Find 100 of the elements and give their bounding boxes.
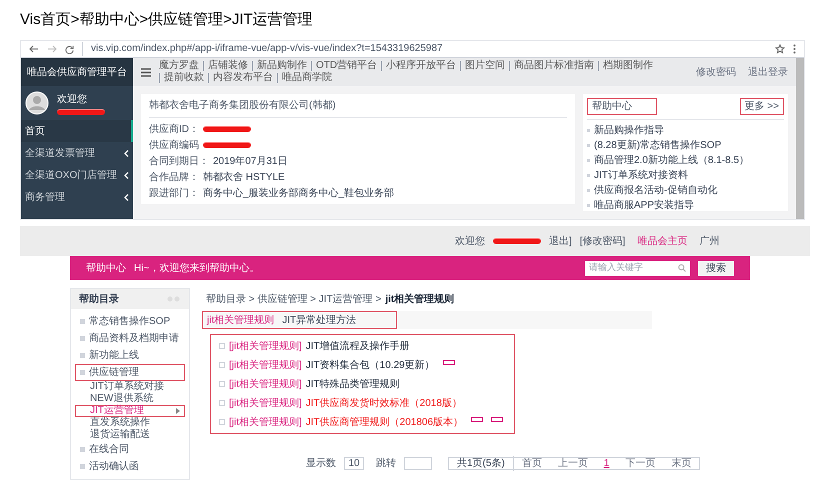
change-password-link[interactable]: [修改密码] (580, 234, 626, 248)
bullet-icon (587, 174, 590, 177)
subdirectory-item[interactable]: NEW退供系统 (75, 393, 185, 405)
city-text: 广州 (699, 234, 720, 248)
welcome-text: 欢迎您 (455, 234, 485, 248)
subdirectory-item[interactable]: JIT订单系统对接 (75, 381, 185, 393)
article-link[interactable]: JIT增值流程及操作手册 (306, 338, 410, 354)
bullet-icon (587, 129, 590, 132)
expand-icon[interactable] (219, 343, 225, 349)
home-link[interactable]: 唯品会主页 (637, 234, 688, 248)
sidebar-item[interactable]: 全渠道发票管理 (21, 142, 133, 164)
category-link[interactable]: [jit相关管理规则] (229, 414, 302, 430)
logout-link[interactable]: 退出] (549, 234, 572, 248)
help-link[interactable]: 供应商报名活动-促销自动化 (594, 183, 718, 198)
pagination-link[interactable]: 末页 (663, 456, 700, 471)
chevron-left-icon (124, 194, 129, 200)
more-link[interactable]: 更多 >> (740, 98, 784, 115)
subdirectory-label: JIT订单系统对接 (90, 382, 164, 392)
tab[interactable]: jit相关管理规则 (207, 312, 274, 328)
menu-icon[interactable] (141, 68, 151, 76)
subdirectory-item[interactable]: JIT运营管理 (75, 405, 185, 417)
category-link[interactable]: [jit相关管理规则] (229, 338, 302, 354)
breadcrumb-path: 帮助目录 > 供应链管理 > JIT运营管理 > (206, 292, 382, 307)
article-link[interactable]: JIT特殊品类管理规则 (306, 376, 400, 392)
bullet-icon (80, 464, 85, 469)
help-link[interactable]: JIT订单系统对接资料 (594, 168, 688, 183)
nav-link[interactable]: 魔方罗盘 (159, 61, 203, 71)
help-link[interactable]: 唯品商服APP安装指导 (594, 198, 694, 213)
bullet-icon (80, 447, 85, 452)
sidebar-item[interactable]: 商务管理 (21, 186, 133, 208)
nav-link[interactable]: 图片空间 (460, 61, 510, 71)
page-size-label: 显示数 (306, 457, 336, 471)
field-label: 跟进部门： (149, 186, 199, 200)
nav-link[interactable]: 内容发布平台 (208, 73, 277, 83)
nav-link[interactable]: 商品图片标准指南 (509, 61, 598, 71)
pagination-link[interactable]: 上一页 (550, 456, 596, 471)
nav-link[interactable]: 新品购制作 (252, 61, 311, 71)
nav-link[interactable]: 店铺装修 (203, 61, 252, 71)
nav-link[interactable]: OTD营销平台 (311, 61, 382, 71)
bullet-icon (80, 336, 85, 341)
directory-item[interactable]: 供应链管理 (75, 364, 185, 381)
directory-label: 在线合同 (89, 442, 129, 457)
chevron-left-icon (124, 150, 129, 156)
directory-item[interactable]: 商品资料及档期申请 (75, 330, 185, 347)
nav-link[interactable]: 提前收款 (159, 73, 208, 83)
page-size-field[interactable]: 10 (344, 457, 364, 470)
search-button[interactable]: 搜索 (698, 260, 734, 276)
search-icon (678, 264, 686, 272)
help-link[interactable]: 新品购操作指导 (594, 123, 664, 138)
field-value: 韩都衣舍 HSTYLE (203, 170, 285, 184)
forward-arrow-icon[interactable] (47, 45, 57, 53)
star-icon[interactable] (775, 44, 785, 54)
reload-icon[interactable] (65, 44, 74, 54)
sidebar-item[interactable]: 全渠道OXO门店管理 (21, 164, 133, 186)
pagination-link[interactable]: 下一页 (617, 456, 664, 471)
expand-icon[interactable] (219, 419, 225, 425)
help-link[interactable]: 商品管理2.0新功能上线（8.1-8.5） (594, 153, 750, 168)
pagination-link[interactable]: 1 (596, 456, 618, 471)
expand-icon[interactable] (219, 381, 225, 387)
more-options-icon[interactable] (793, 44, 796, 54)
header-link[interactable]: 修改密码 (696, 64, 736, 80)
bullet-icon (80, 319, 85, 324)
directory-item[interactable]: 在线合同 (75, 441, 185, 458)
expand-icon[interactable] (219, 400, 225, 406)
directory-label: 活动确认函 (89, 460, 139, 474)
greeting-text: Hi~，欢迎您来到帮助中心。 (134, 262, 260, 276)
header-link[interactable]: 退出登录 (748, 64, 788, 80)
article-link[interactable]: JIT资料集合包（10.29更新） (306, 358, 435, 372)
directory-title: 帮助目录 (79, 292, 119, 306)
breadcrumb-current: jit相关管理规则 (385, 292, 454, 307)
directory-item[interactable]: 常态销售操作SOP (75, 313, 185, 330)
nav-link[interactable]: 唯品商学院 (277, 73, 336, 83)
field-label: 合作品牌： (149, 170, 199, 184)
category-link[interactable]: [jit相关管理规则] (229, 396, 302, 410)
sidebar-item[interactable]: 首页 (21, 120, 133, 142)
jump-field[interactable] (404, 457, 432, 470)
expand-icon[interactable] (219, 362, 225, 368)
help-link[interactable]: (8.28更新)常态销售操作SOP (594, 138, 722, 153)
article-link[interactable]: JIT供应商管理规则（201806版本） (306, 414, 464, 430)
subdirectory-item[interactable]: 直发系统操作 (75, 417, 185, 429)
pagination-link[interactable]: 首页 (514, 456, 550, 471)
category-link[interactable]: [jit相关管理规则] (229, 358, 302, 372)
subdirectory-item[interactable]: 退货运输配送 (75, 429, 185, 441)
arrow-right-icon (176, 408, 180, 414)
company-name: 韩都衣舍电子商务集团股份有限公司(韩都) (149, 98, 567, 118)
subdirectory-label: 直发系统操作 (90, 418, 150, 428)
tab[interactable]: JIT异常处理方法 (282, 312, 356, 328)
search-field[interactable]: 请输入关键字 (585, 260, 690, 276)
article-link[interactable]: JIT供应商发货时效标准（2018版） (306, 396, 462, 410)
address-bar[interactable]: vis.vip.com/index.php#/app-i/iframe-vue/app-v/vis-vue/index?t=1543319625987 (82, 42, 767, 56)
field-value: 2019年07月31日 (213, 154, 288, 168)
directory-item[interactable]: 活动确认函 (75, 458, 185, 475)
nav-link[interactable]: 档期图制作 (598, 61, 658, 71)
back-arrow-icon[interactable] (29, 45, 39, 53)
nav-link[interactable]: 小程序开放平台 (381, 61, 460, 71)
directory-item[interactable]: 新功能上线 (75, 347, 185, 364)
scrollbar[interactable] (796, 58, 804, 219)
subdirectory-label: 退货运输配送 (90, 430, 150, 440)
category-link[interactable]: [jit相关管理规则] (229, 376, 302, 392)
field-label: 供应商ID： (149, 122, 199, 136)
